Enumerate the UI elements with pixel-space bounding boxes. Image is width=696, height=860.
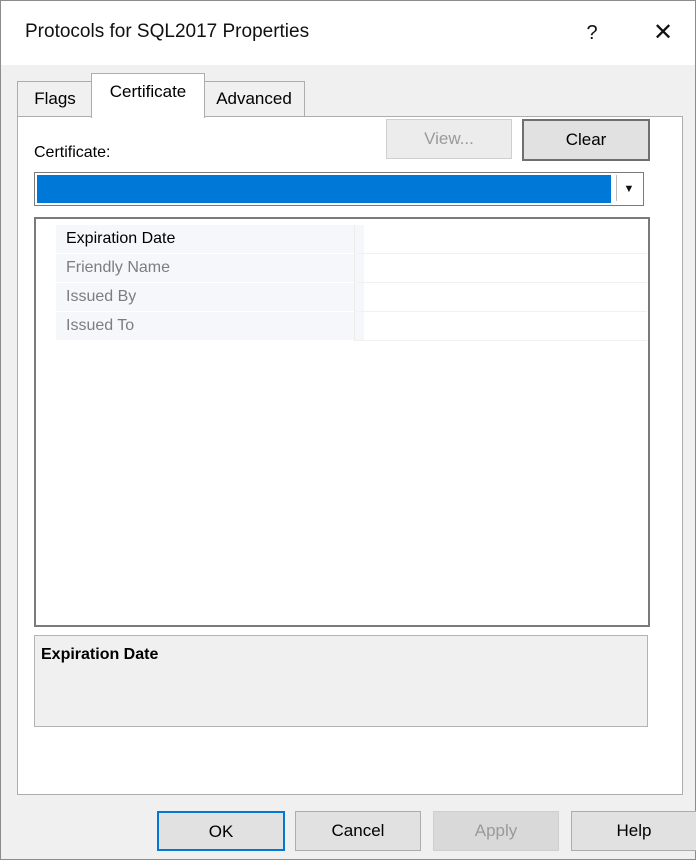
help-button[interactable]: Help [571,811,696,851]
tab-flags[interactable]: Flags [17,81,93,116]
property-row[interactable]: Expiration Date [36,225,648,254]
tab-certificate[interactable]: Certificate [91,73,205,118]
property-value [354,312,647,341]
title-bar: Protocols for SQL2017 Properties ? ✕ [1,1,695,65]
certificate-dropdown-selection [37,175,611,203]
ok-button[interactable]: OK [157,811,285,851]
chevron-down-icon[interactable]: ▼ [616,175,641,201]
property-name: Issued By [56,283,364,311]
property-description-title: Expiration Date [41,646,159,663]
tab-strip: Flags Certificate Advanced [17,73,696,118]
cancel-button[interactable]: Cancel [295,811,421,851]
certificate-properties-list[interactable]: Expiration Date Friendly Name Issued By … [34,217,650,627]
property-name: Friendly Name [56,254,364,282]
certificate-tab-panel: Certificate: View... Clear ▼ Expiration … [17,116,683,795]
property-description-box: Expiration Date [34,635,648,727]
view-button[interactable]: View... [386,119,512,159]
property-value [354,283,647,312]
help-icon[interactable]: ? [571,11,613,55]
apply-button[interactable]: Apply [433,811,559,851]
properties-dialog: Protocols for SQL2017 Properties ? ✕ Fla… [0,0,696,860]
dialog-title: Protocols for SQL2017 Properties [25,21,310,42]
property-row[interactable]: Issued To [36,312,648,341]
property-value [354,254,647,283]
clear-button[interactable]: Clear [522,119,650,161]
tab-advanced[interactable]: Advanced [203,81,305,116]
property-name: Expiration Date [56,225,364,253]
property-name: Issued To [56,312,364,340]
property-value [354,225,647,254]
property-row[interactable]: Issued By [36,283,648,312]
certificate-label: Certificate: [34,144,111,161]
close-icon[interactable]: ✕ [641,11,685,55]
certificate-dropdown[interactable]: ▼ [34,172,644,206]
property-row[interactable]: Friendly Name [36,254,648,283]
